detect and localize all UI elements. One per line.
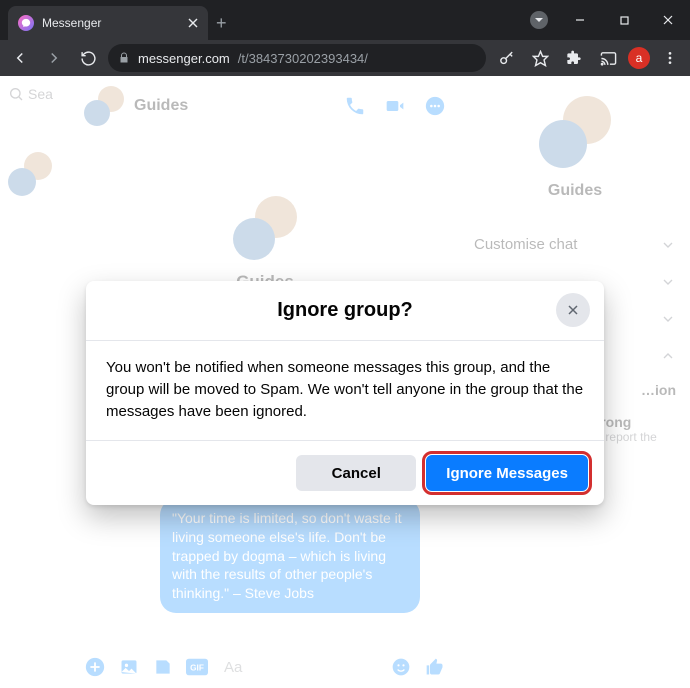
address-bar: messenger.com/t/3843730202393434/ a [0, 40, 690, 76]
ignore-messages-button[interactable]: Ignore Messages [426, 455, 588, 491]
incognito-or-account-icon[interactable] [530, 11, 548, 29]
profile-initial: a [636, 51, 643, 65]
bookmark-star-icon[interactable] [526, 44, 554, 72]
cast-icon[interactable] [594, 44, 622, 72]
tab-close-icon[interactable] [188, 18, 198, 28]
window-maximize-button[interactable] [602, 4, 646, 36]
window-controls [530, 0, 690, 40]
url-host: messenger.com [138, 51, 230, 66]
new-tab-button[interactable]: + [216, 13, 227, 34]
dialog-body: You won't be notified when someone messa… [86, 341, 604, 441]
nav-reload-button[interactable] [74, 44, 102, 72]
messenger-favicon-icon [18, 15, 34, 31]
dialog-footer: Cancel Ignore Messages [86, 441, 604, 505]
lock-icon [118, 52, 130, 64]
browser-menu-icon[interactable] [656, 44, 684, 72]
window-close-button[interactable] [646, 4, 690, 36]
close-icon [565, 302, 581, 318]
key-icon[interactable] [492, 44, 520, 72]
page-content: Sea Guides [0, 76, 690, 688]
cancel-button[interactable]: Cancel [296, 455, 416, 491]
browser-window: Messenger + [0, 0, 690, 688]
url-path: /t/3843730202393434/ [238, 51, 368, 66]
ignore-group-dialog: Ignore group? You won't be notified when… [86, 281, 604, 505]
nav-forward-button[interactable] [40, 44, 68, 72]
window-minimize-button[interactable] [558, 4, 602, 36]
dialog-title: Ignore group? [106, 299, 584, 322]
modal-overlay: Ignore group? You won't be notified when… [0, 76, 690, 688]
titlebar: Messenger + [0, 0, 690, 40]
dialog-close-button[interactable] [556, 293, 590, 327]
url-input[interactable]: messenger.com/t/3843730202393434/ [108, 44, 486, 72]
nav-back-button[interactable] [6, 44, 34, 72]
dialog-header: Ignore group? [86, 281, 604, 341]
tab-title: Messenger [42, 16, 101, 30]
profile-avatar[interactable]: a [628, 47, 650, 69]
browser-tab[interactable]: Messenger [8, 6, 208, 40]
extensions-icon[interactable] [560, 44, 588, 72]
